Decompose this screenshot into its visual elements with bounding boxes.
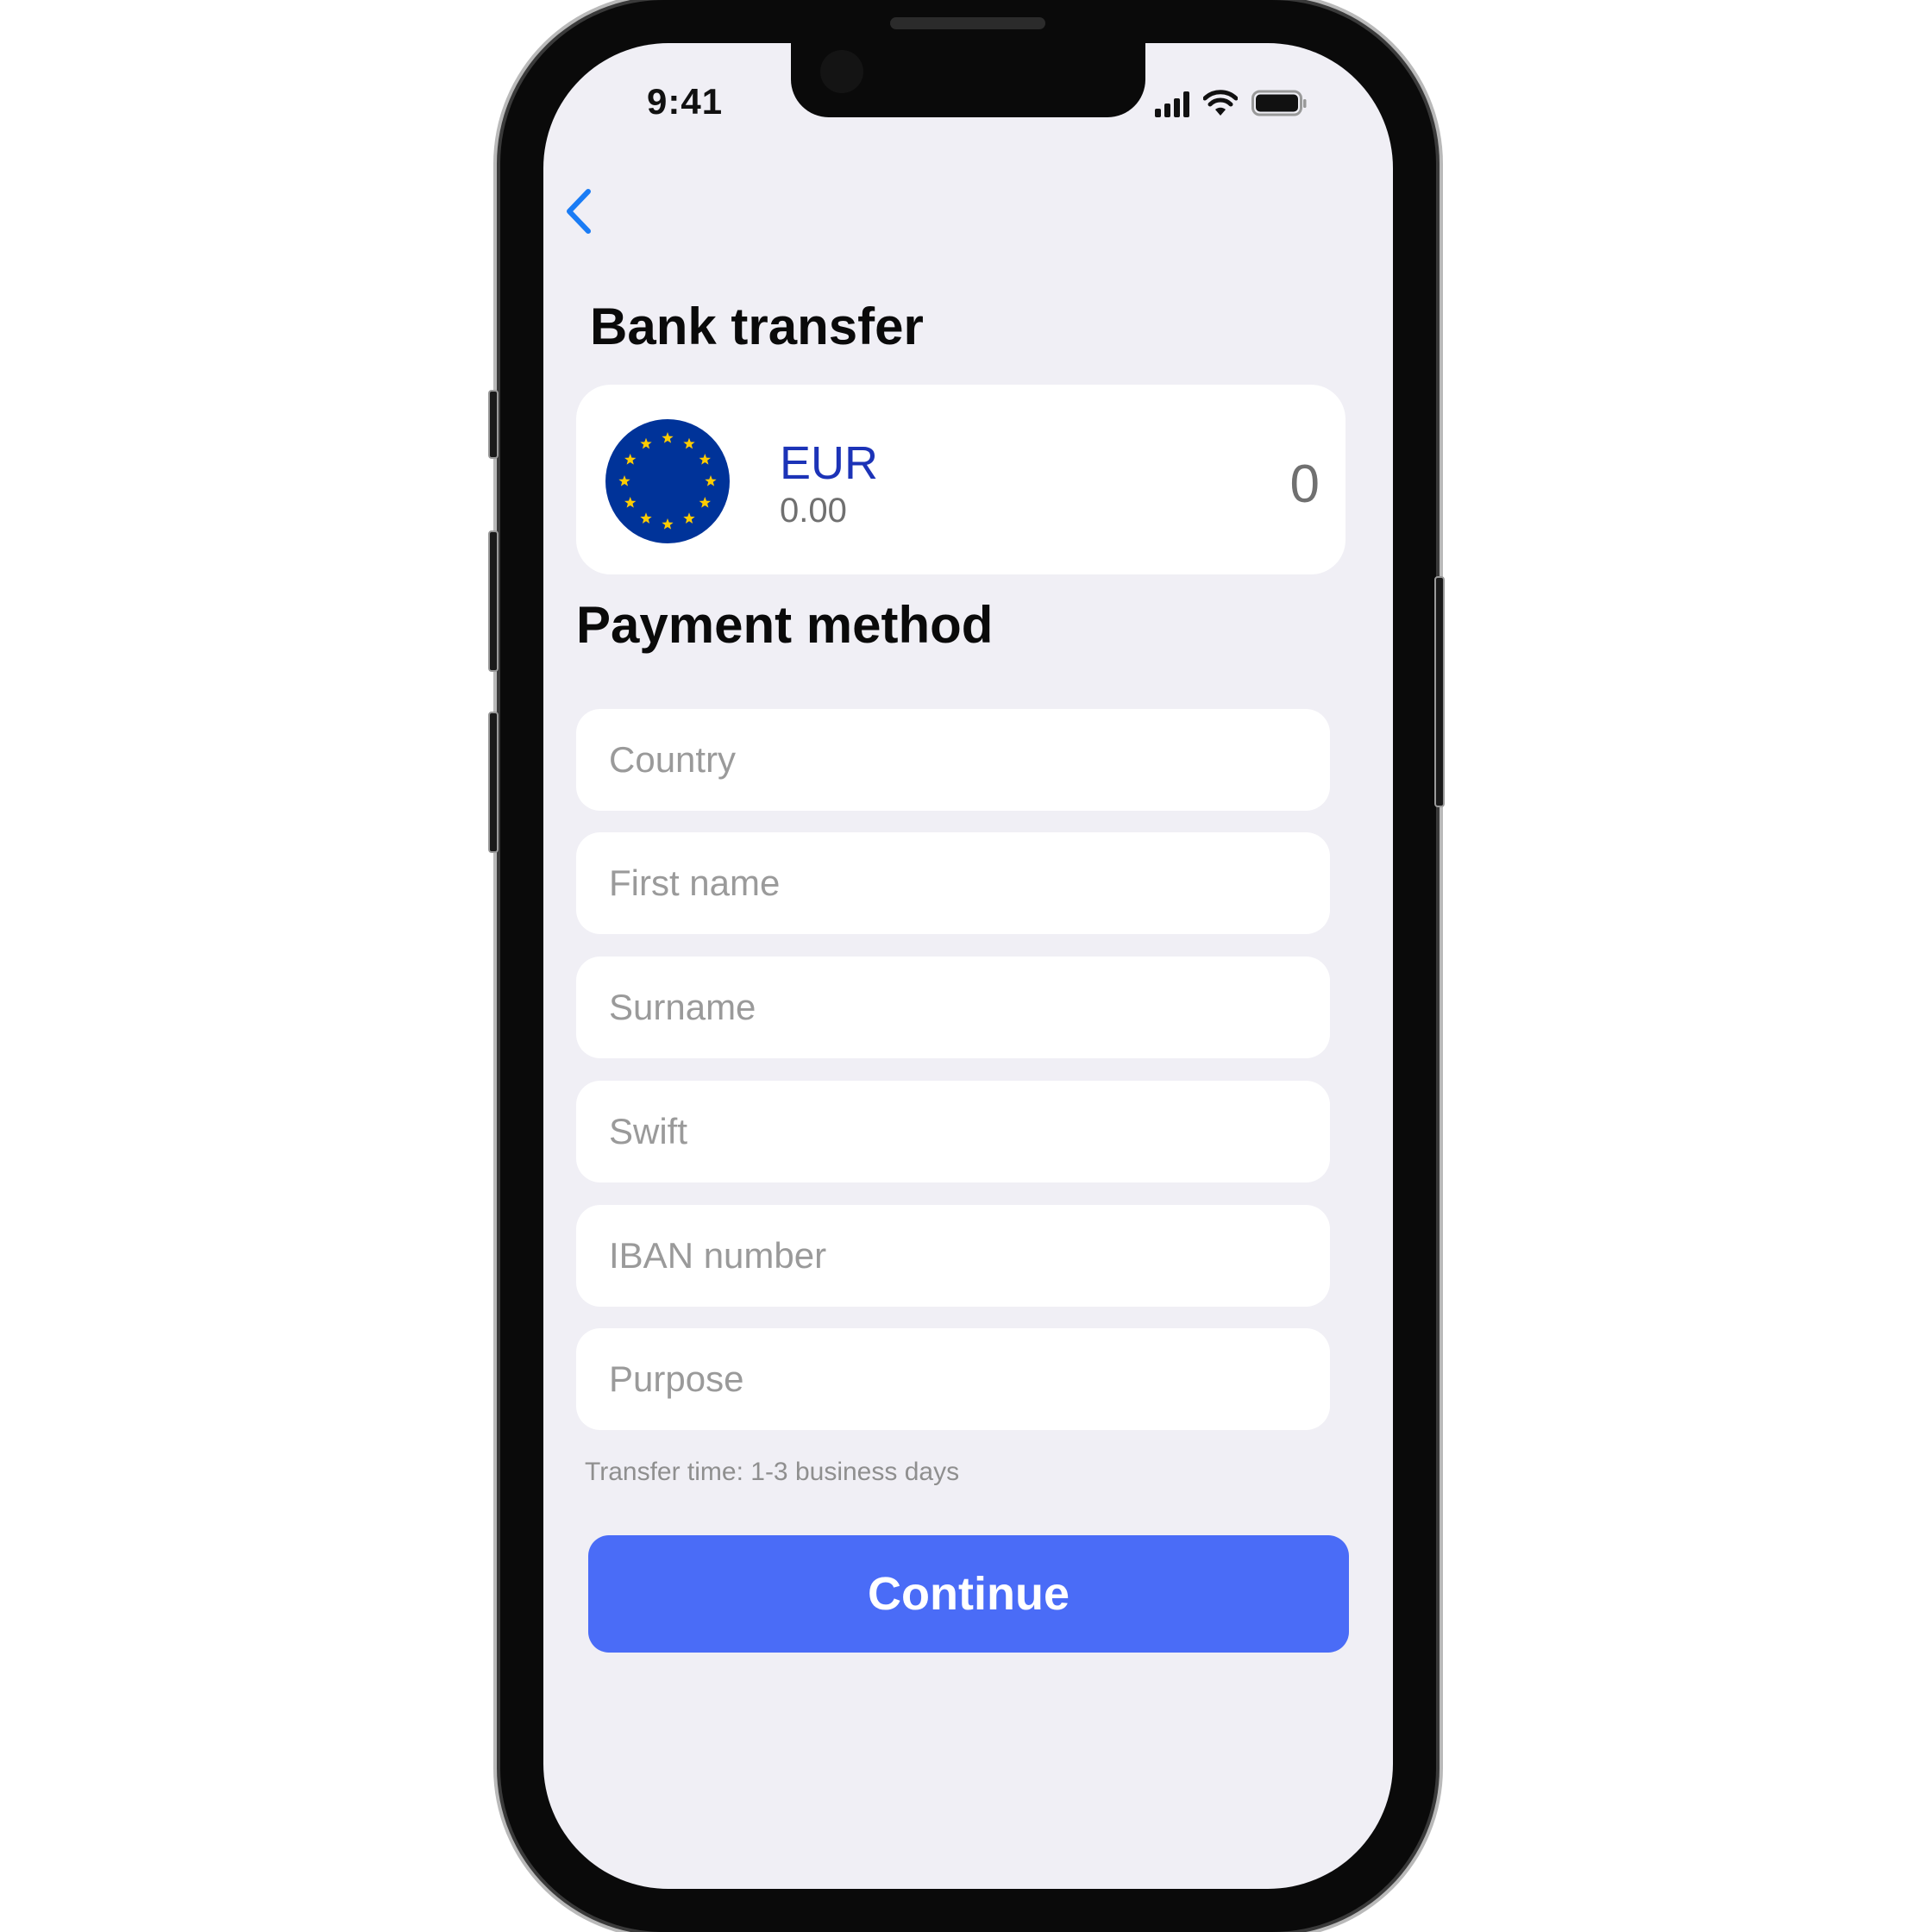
amount-value[interactable]: 0	[1290, 454, 1320, 515]
continue-button[interactable]: Continue	[588, 1535, 1349, 1653]
first-name-field[interactable]	[576, 832, 1330, 934]
back-button[interactable]	[555, 181, 607, 242]
currency-card[interactable]: EUR 0.00 0	[576, 385, 1346, 574]
page-title: Bank transfer	[590, 298, 924, 355]
volume-up-button	[488, 530, 499, 672]
notch	[791, 43, 1145, 117]
purpose-field[interactable]	[576, 1328, 1330, 1430]
currency-balance: 0.00	[780, 492, 847, 530]
surname-field[interactable]	[576, 957, 1330, 1058]
wifi-icon	[1203, 90, 1238, 116]
iban-field[interactable]	[576, 1205, 1330, 1307]
currency-code: EUR	[780, 437, 879, 489]
phone-frame: 9:41 Bank transfer EUR 0.00 0 Payment me…	[500, 0, 1436, 1932]
screen: 9:41 Bank transfer EUR 0.00 0 Payment me…	[543, 43, 1393, 1889]
status-icons	[1155, 90, 1307, 117]
battery-icon	[1251, 90, 1307, 116]
swift-field[interactable]	[576, 1081, 1330, 1182]
eu-flag-icon	[605, 419, 730, 543]
power-button	[1434, 576, 1445, 807]
payment-method-title: Payment method	[576, 596, 994, 654]
chevron-left-icon	[567, 189, 591, 234]
status-time: 9:41	[647, 81, 724, 122]
mute-switch	[488, 390, 499, 459]
signal-icon	[1155, 91, 1189, 117]
country-field[interactable]	[576, 709, 1330, 811]
speaker-grille	[890, 17, 1045, 29]
stage: 9:41 Bank transfer EUR 0.00 0 Payment me…	[0, 0, 1932, 1932]
transfer-time-note: Transfer time: 1-3 business days	[585, 1458, 960, 1486]
volume-down-button	[488, 712, 499, 853]
camera-icon	[820, 50, 863, 93]
